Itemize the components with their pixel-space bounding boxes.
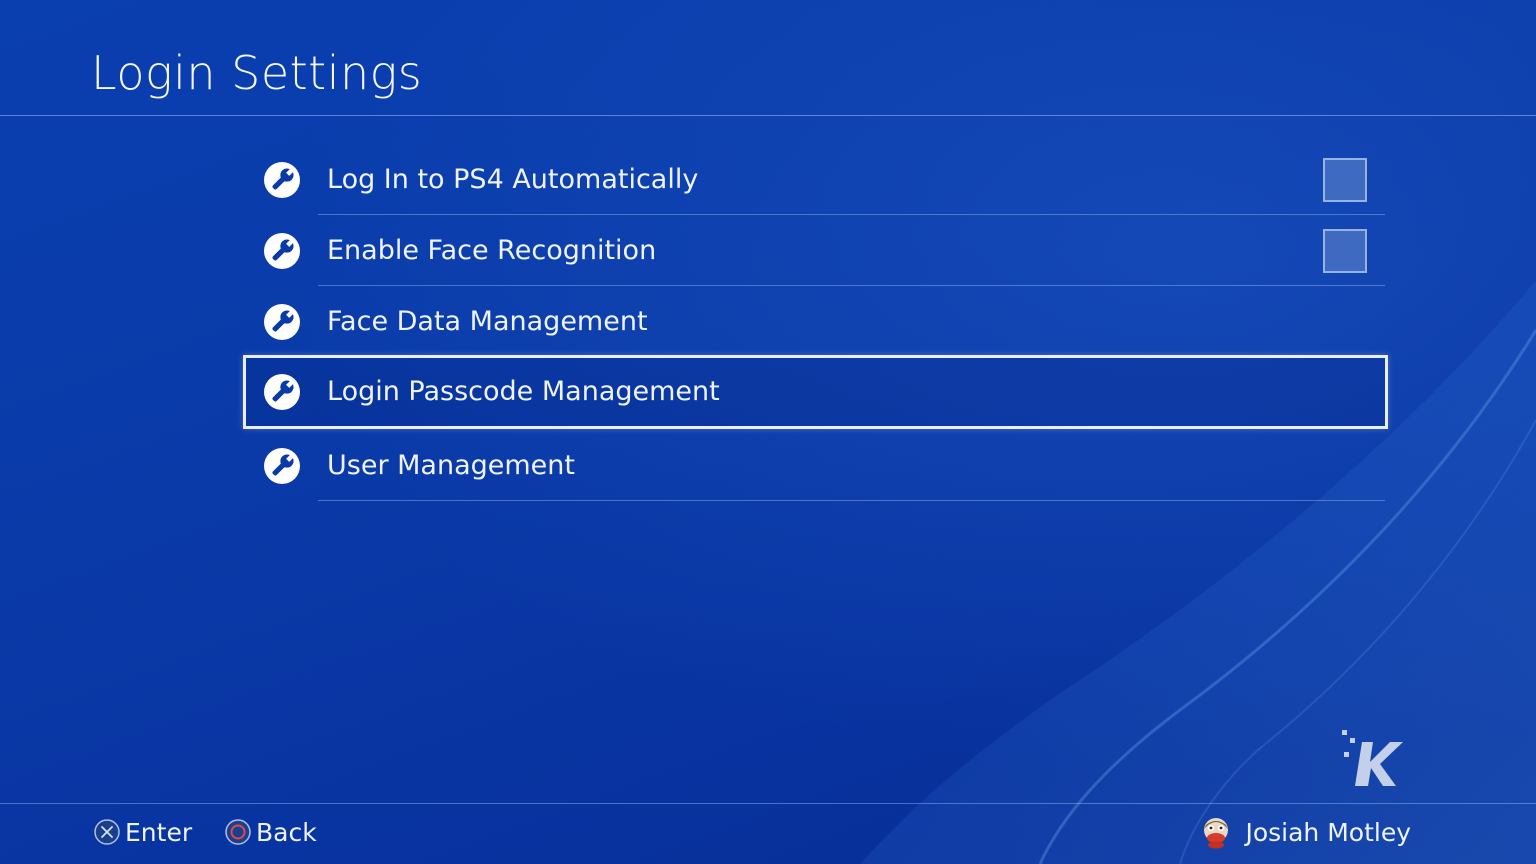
settings-menu: Log In to PS4 Automatically Enable Face … xyxy=(0,0,1536,864)
menu-item-label: Enable Face Recognition xyxy=(327,235,657,266)
divider xyxy=(318,500,1385,501)
back-hint[interactable]: Back xyxy=(225,812,317,852)
cross-button-icon xyxy=(94,819,120,845)
enter-label: Enter xyxy=(125,817,193,847)
wrench-icon xyxy=(264,304,300,340)
menu-item-face-recognition[interactable]: Enable Face Recognition xyxy=(243,215,1389,286)
wrench-icon xyxy=(264,162,300,198)
logo-watermark xyxy=(1342,730,1403,786)
footer-bar: Enter Back Josiah Motley xyxy=(0,803,1536,864)
back-label: Back xyxy=(256,817,317,847)
circle-button-icon xyxy=(225,819,251,845)
menu-item-face-data[interactable]: Face Data Management xyxy=(243,286,1389,357)
wrench-icon xyxy=(264,374,300,410)
menu-item-label: Log In to PS4 Automatically xyxy=(327,164,699,195)
user-info: Josiah Motley xyxy=(1199,812,1411,852)
user-name: Josiah Motley xyxy=(1245,817,1411,847)
auto-login-checkbox[interactable] xyxy=(1323,158,1367,202)
wrench-icon xyxy=(264,448,300,484)
enter-hint[interactable]: Enter xyxy=(94,812,192,852)
menu-item-passcode[interactable]: Login Passcode Management xyxy=(243,355,1388,429)
face-recognition-checkbox[interactable] xyxy=(1323,229,1367,273)
menu-item-auto-login[interactable]: Log In to PS4 Automatically xyxy=(243,144,1389,215)
menu-item-label: User Management xyxy=(327,450,575,481)
menu-item-label: Face Data Management xyxy=(327,306,648,337)
wrench-icon xyxy=(264,233,300,269)
menu-item-user-management[interactable]: User Management xyxy=(243,430,1389,501)
avatar-icon xyxy=(1204,818,1229,849)
menu-item-label: Login Passcode Management xyxy=(327,376,720,407)
